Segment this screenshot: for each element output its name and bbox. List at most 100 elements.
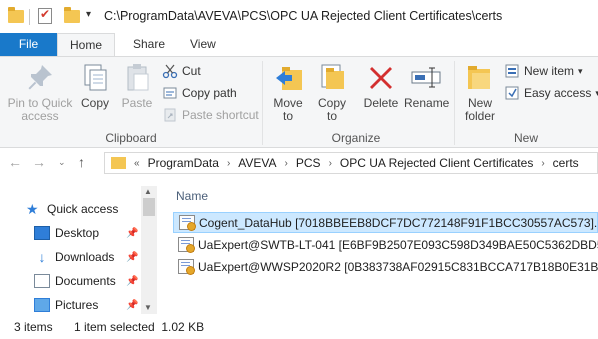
paste-shortcut-icon	[162, 107, 178, 123]
certificate-icon	[178, 237, 195, 253]
scissors-icon	[162, 63, 178, 79]
chevron-right-icon[interactable]: ›	[329, 158, 332, 169]
nav-item-label: Quick access	[47, 202, 119, 216]
breadcrumb-item[interactable]: OPC UA Rejected Client Certificates	[340, 156, 533, 170]
new-folder-icon	[464, 61, 496, 93]
move-to-button[interactable]: Move to	[268, 61, 308, 123]
new-item-button[interactable]: New item ▾	[504, 63, 583, 79]
paste-icon	[121, 61, 153, 93]
file-name: UaExpert@SWTB-LT-041 [E6BF9B2507E093C598…	[198, 237, 598, 252]
rename-button[interactable]: Rename	[404, 61, 450, 110]
breadcrumb-item[interactable]: certs	[553, 156, 579, 170]
download-icon: ↓	[38, 249, 46, 265]
desktop-icon	[34, 226, 50, 240]
divider	[29, 9, 30, 25]
easy-access-label: Easy access	[524, 86, 592, 100]
address-bar[interactable]: « ProgramData › AVEVA › PCS › OPC UA Rej…	[104, 152, 598, 174]
paste-shortcut-label: Paste shortcut	[182, 108, 259, 122]
quick-access-dropdown[interactable]: ▾	[86, 9, 91, 20]
folder-icon[interactable]	[8, 7, 24, 28]
selection-info: 1 item selected 1.02 KB	[74, 320, 205, 334]
chevron-right-icon[interactable]: ›	[541, 158, 544, 169]
nav-item-label: Desktop	[55, 226, 100, 240]
tab-view[interactable]: View	[176, 33, 230, 57]
documents-icon	[34, 274, 50, 288]
rename-icon	[410, 61, 442, 93]
nav-pane-scrollbar[interactable]: ▲ ▼	[141, 186, 157, 314]
copy-path-icon	[162, 85, 178, 101]
tab-file[interactable]: File	[0, 33, 57, 57]
nav-item-label: Documents	[55, 274, 116, 288]
file-name: UaExpert@WWSP2020R2 [0B383738AF02915C831…	[198, 259, 598, 274]
nav-item-label: Downloads	[55, 250, 115, 264]
properties-icon[interactable]	[38, 7, 52, 24]
ribbon-tabs: File Home Share View	[0, 33, 598, 57]
cut-button[interactable]: Cut	[162, 63, 201, 79]
copy-to-icon	[316, 61, 348, 93]
nav-item-label: Pictures	[55, 298, 99, 312]
delete-label: Delete	[363, 96, 399, 110]
up-icon[interactable]: ↑	[78, 154, 85, 170]
nav-item-pictures[interactable]: Pictures	[34, 294, 98, 316]
paste-label: Paste	[121, 96, 153, 110]
breadcrumb-item[interactable]: AVEVA	[238, 156, 276, 170]
pictures-icon	[34, 298, 50, 312]
copy-path-label: Copy path	[182, 86, 237, 100]
column-header-name[interactable]: Name	[176, 189, 208, 203]
nav-item-documents[interactable]: Documents	[34, 270, 116, 292]
scrollbar-thumb[interactable]	[143, 198, 155, 216]
tab-share[interactable]: Share	[119, 33, 179, 57]
tab-home[interactable]: Home	[57, 33, 115, 57]
copy-label: Copy	[80, 96, 109, 110]
rename-label: Rename	[404, 96, 450, 110]
title-bar: ▾ C:\ProgramData\AVEVA\PCS\OPC UA Reject…	[0, 0, 598, 33]
move-to-icon	[272, 61, 304, 93]
cut-label: Cut	[182, 64, 201, 78]
paste-shortcut-button[interactable]: Paste shortcut	[162, 107, 259, 123]
file-row[interactable]: UaExpert@WWSP2020R2 [0B383738AF02915C831…	[173, 256, 598, 277]
new-folder-label: New folder	[464, 96, 496, 123]
delete-button[interactable]: Delete	[360, 61, 402, 110]
pin-icon[interactable]: 📌	[126, 252, 138, 263]
chevron-right-icon[interactable]: ›	[227, 158, 230, 169]
easy-access-button[interactable]: Easy access ▾	[504, 85, 598, 101]
certificate-icon	[179, 215, 196, 231]
breadcrumb-overflow[interactable]: «	[134, 158, 140, 169]
organize-group-label: Organize	[331, 131, 381, 145]
pin-icon[interactable]: 📌	[126, 276, 138, 287]
pin-icon	[24, 61, 56, 93]
pin-to-quick-access-button[interactable]: Pin to Quick access	[4, 61, 76, 123]
nav-item-desktop[interactable]: Desktop	[34, 222, 99, 244]
copy-to-label: Copy to	[317, 96, 346, 123]
copy-path-button[interactable]: Copy path	[162, 85, 237, 101]
new-folder-icon[interactable]	[64, 7, 80, 28]
forward-icon[interactable]: →	[32, 154, 46, 170]
new-group-label: New	[513, 131, 538, 145]
navigation-pane: ★ Quick access Desktop ↓ Downloads Docum…	[0, 186, 160, 314]
breadcrumb-item[interactable]: ProgramData	[148, 156, 219, 170]
nav-item-downloads[interactable]: ↓ Downloads	[34, 246, 115, 268]
pin-icon[interactable]: 📌	[126, 228, 138, 239]
nav-item-quick-access[interactable]: ★ Quick access	[26, 198, 118, 220]
chevron-right-icon[interactable]: ›	[285, 158, 288, 169]
paste-button[interactable]: Paste	[118, 61, 156, 110]
back-icon[interactable]: ←	[8, 154, 22, 170]
copy-to-button[interactable]: Copy to	[312, 61, 352, 123]
item-count: 3 items	[14, 320, 53, 334]
clipboard-group-label: Clipboard	[105, 131, 157, 145]
certificate-icon	[178, 259, 195, 275]
star-icon: ★	[26, 201, 39, 217]
scroll-down-icon[interactable]: ▼	[144, 303, 152, 312]
chevron-down-icon: ▾	[578, 65, 583, 76]
file-row[interactable]: UaExpert@SWTB-LT-041 [E6BF9B2507E093C598…	[173, 234, 598, 255]
scroll-up-icon[interactable]: ▲	[144, 187, 152, 196]
breadcrumb-item[interactable]: PCS	[296, 156, 321, 170]
file-row[interactable]: Cogent_DataHub [7018BBEEB8DCF7DC772148F9…	[173, 212, 598, 233]
pin-icon[interactable]: 📌	[126, 300, 138, 311]
new-folder-button[interactable]: New folder	[460, 61, 500, 123]
new-item-icon	[504, 63, 520, 79]
recent-locations-icon[interactable]: ⌄	[58, 157, 66, 168]
copy-icon	[79, 61, 111, 93]
copy-button[interactable]: Copy	[76, 61, 114, 110]
new-item-label: New item	[524, 64, 575, 78]
